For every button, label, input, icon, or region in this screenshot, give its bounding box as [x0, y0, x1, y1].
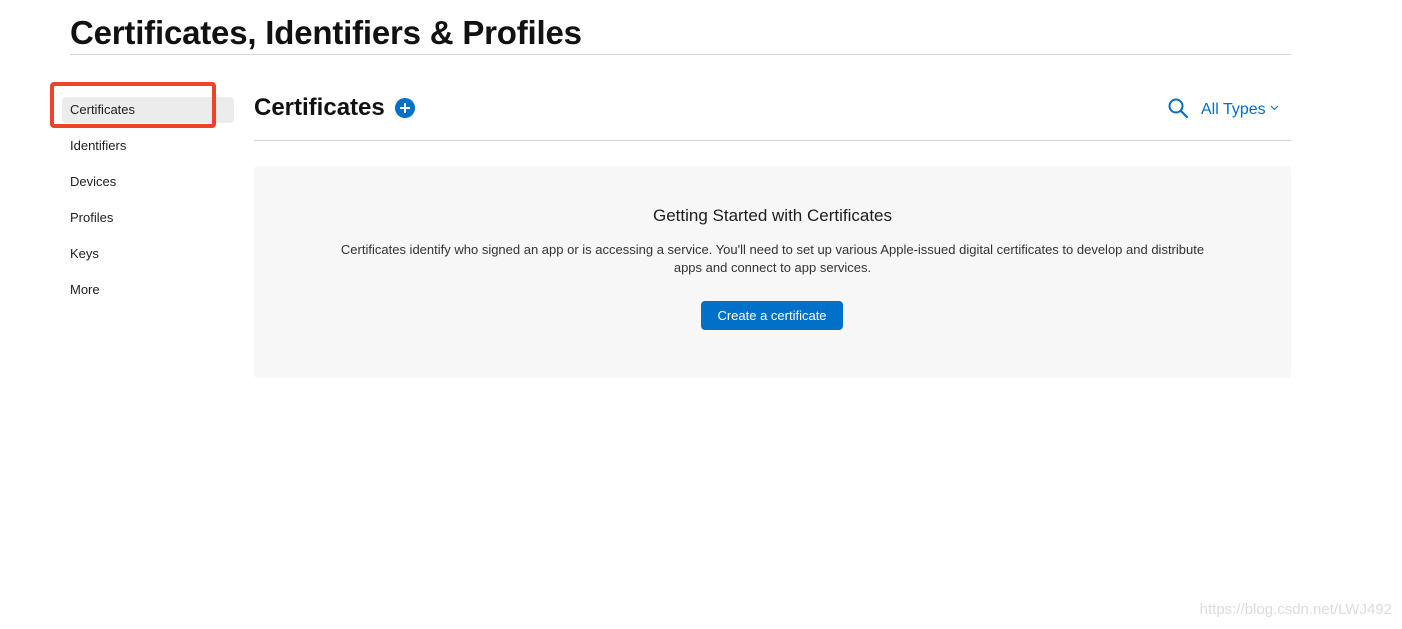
chevron-down-icon — [1270, 98, 1279, 116]
sidebar-item-keys[interactable]: Keys — [62, 241, 234, 267]
sidebar-item-certificates[interactable]: Certificates — [62, 97, 234, 123]
header-divider — [254, 140, 1291, 141]
sidebar: Certificates Identifiers Devices Profile… — [62, 90, 234, 313]
sidebar-item-identifiers[interactable]: Identifiers — [62, 133, 234, 159]
sidebar-item-devices[interactable]: Devices — [62, 169, 234, 195]
page-title: Certificates, Identifiers & Profiles — [70, 14, 582, 51]
watermark: https://blog.csdn.net/LWJ492 — [1199, 601, 1392, 618]
empty-state-panel: Getting Started with Certificates Certif… — [254, 166, 1291, 378]
create-certificate-button[interactable]: Create a certificate — [701, 301, 843, 330]
search-icon[interactable] — [1167, 97, 1189, 119]
title-divider — [70, 54, 1291, 55]
sidebar-item-more[interactable]: More — [62, 277, 234, 303]
empty-state-heading: Getting Started with Certificates — [652, 206, 893, 225]
sidebar-item-profiles[interactable]: Profiles — [62, 205, 234, 231]
section-title: Certificates — [254, 94, 385, 121]
type-filter-dropdown[interactable]: All Types — [1201, 98, 1279, 119]
empty-state-description: Certificates identify who signed an app … — [340, 242, 1205, 275]
type-filter-label: All Types — [1201, 101, 1266, 118]
plus-circle-icon[interactable] — [395, 98, 415, 118]
